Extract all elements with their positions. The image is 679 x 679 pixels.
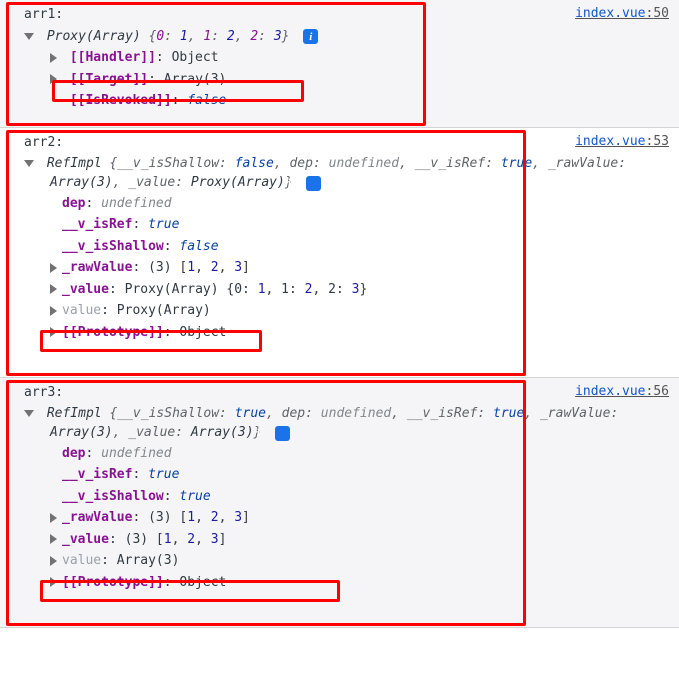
info-icon[interactable]: i (275, 426, 290, 441)
source-link[interactable]: index.vue:50 (575, 4, 669, 24)
property-row: dep: undefined (6, 193, 673, 215)
expand-toggle[interactable] (50, 263, 57, 273)
expand-toggle[interactable] (50, 556, 57, 566)
expand-toggle[interactable] (50, 327, 57, 337)
property-row[interactable]: _rawValue: (3) [1, 2, 3] (6, 507, 673, 529)
object-summary[interactable]: Proxy(Array) {0: 1, 1: 2, 2: 3} (47, 29, 297, 44)
expand-toggle[interactable] (50, 534, 57, 544)
property-row[interactable]: _value: Proxy(Array) {0: 1, 1: 2, 2: 3} (6, 279, 673, 301)
expand-toggle[interactable] (24, 410, 34, 417)
expand-toggle[interactable] (50, 74, 57, 84)
property-row[interactable]: [[Target]]: Array(3) (6, 69, 673, 91)
property-row: __v_isRef: true (6, 214, 673, 236)
source-link[interactable]: index.vue:56 (575, 382, 669, 402)
info-icon[interactable]: i (303, 29, 318, 44)
expand-toggle[interactable] (50, 306, 57, 316)
object-name: arr1: (24, 7, 63, 22)
expand-toggle[interactable] (50, 53, 57, 63)
property-row[interactable]: _value: (3) [1, 2, 3] (6, 529, 673, 551)
property-row[interactable]: [[Prototype]]: Object (6, 322, 673, 344)
object-summary[interactable]: RefImpl {__v_isShallow: true, dep: undef… (6, 404, 673, 443)
expand-toggle[interactable] (24, 33, 34, 40)
console-object-arr3: index.vue:56 arr3: RefImpl {__v_isShallo… (0, 378, 679, 628)
property-row: dep: undefined (6, 443, 673, 465)
property-row: __v_isShallow: false (6, 236, 673, 258)
expand-toggle[interactable] (50, 284, 57, 294)
property-row[interactable]: _rawValue: (3) [1, 2, 3] (6, 257, 673, 279)
property-row: [[IsRevoked]]: false (6, 90, 673, 112)
console-object-arr2: index.vue:53 arr2: RefImpl {__v_isShallo… (0, 128, 679, 378)
property-row: __v_isRef: true (6, 464, 673, 486)
expand-toggle[interactable] (50, 577, 57, 587)
object-summary[interactable]: RefImpl {__v_isShallow: false, dep: unde… (6, 154, 673, 193)
property-row[interactable]: value: Array(3) (6, 550, 673, 572)
expand-toggle[interactable] (50, 513, 57, 523)
info-icon[interactable]: i (306, 176, 321, 191)
expand-toggle[interactable] (24, 160, 34, 167)
source-link[interactable]: index.vue:53 (575, 132, 669, 152)
property-row[interactable]: [[Handler]]: Object (6, 47, 673, 69)
console-object-arr1: index.vue:50 arr1: Proxy(Array) {0: 1, 1… (0, 0, 679, 128)
property-row[interactable]: [[Prototype]]: Object (6, 572, 673, 594)
object-name: arr2: (24, 135, 63, 150)
object-name: arr3: (24, 385, 63, 400)
property-row[interactable]: value: Proxy(Array) (6, 300, 673, 322)
property-row: __v_isShallow: true (6, 486, 673, 508)
